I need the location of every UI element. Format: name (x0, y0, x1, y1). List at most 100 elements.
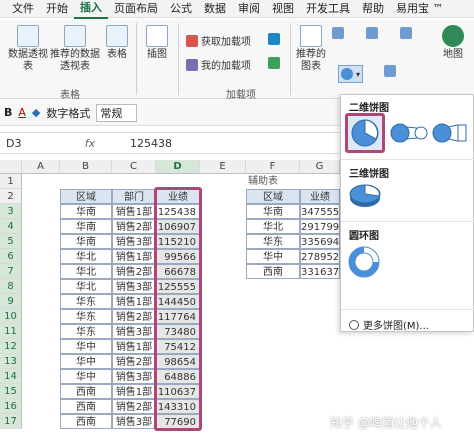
menu-developer[interactable]: 开发工具 (300, 0, 356, 18)
aux-cell[interactable]: 华东 (246, 234, 300, 249)
hierarchy-chart-button[interactable] (366, 27, 381, 39)
table-cell[interactable]: 华北 (60, 264, 112, 279)
aux-header-cell[interactable]: 区域 (246, 189, 300, 204)
pivot-table-button[interactable]: 数据透视表 (8, 25, 48, 73)
aux-header-cell[interactable]: 业绩 (300, 189, 340, 204)
aux-cell[interactable]: 华北 (246, 219, 300, 234)
column-header-a[interactable]: A (22, 160, 60, 174)
column-header-d[interactable]: D (156, 160, 200, 174)
table-cell[interactable]: 销售3部 (112, 369, 156, 384)
table-cell[interactable]: 106907 (156, 219, 200, 234)
table-cell[interactable]: 华南 (60, 219, 112, 234)
select-all-corner[interactable] (0, 160, 22, 174)
row-header[interactable]: 2 (0, 189, 22, 204)
table-cell[interactable]: 110637 (156, 384, 200, 399)
row-header[interactable]: 7 (0, 264, 22, 279)
row-header[interactable]: 14 (0, 369, 22, 384)
table-cell[interactable]: 销售2部 (112, 219, 156, 234)
row-header[interactable]: 13 (0, 354, 22, 369)
table-cell[interactable]: 销售1部 (112, 339, 156, 354)
row-header[interactable]: 6 (0, 249, 22, 264)
bold-button[interactable]: B (4, 106, 12, 119)
table-cell[interactable]: 华中 (60, 354, 112, 369)
menu-file[interactable]: 文件 (6, 0, 40, 18)
table-cell[interactable]: 销售3部 (112, 414, 156, 429)
row-header[interactable]: 16 (0, 399, 22, 414)
pie-chart-button[interactable]: ▾ (338, 65, 364, 83)
menu-help[interactable]: 帮助 (356, 0, 390, 18)
menu-page-layout[interactable]: 页面布局 (108, 0, 164, 18)
table-cell[interactable]: 销售3部 (112, 279, 156, 294)
table-cell[interactable]: 华南 (60, 234, 112, 249)
map-button[interactable]: 地图 (438, 25, 468, 61)
table-cell[interactable]: 117764 (156, 309, 200, 324)
table-cell[interactable]: 华东 (60, 324, 112, 339)
table-header-cell[interactable]: 部门 (112, 189, 156, 204)
table-cell[interactable]: 华东 (60, 294, 112, 309)
aux-cell[interactable]: 331637 (300, 264, 340, 279)
menu-review[interactable]: 审阅 (232, 0, 266, 18)
aux-cell[interactable]: 华南 (246, 204, 300, 219)
row-header[interactable]: 8 (0, 279, 22, 294)
row-header[interactable]: 4 (0, 219, 22, 234)
table-cell[interactable]: 143310 (156, 399, 200, 414)
fx-icon[interactable]: fx (60, 137, 120, 150)
table-cell[interactable]: 98654 (156, 354, 200, 369)
line-chart-button[interactable] (400, 27, 415, 39)
table-cell[interactable]: 西南 (60, 399, 112, 414)
table-cell[interactable]: 销售2部 (112, 354, 156, 369)
column-chart-button[interactable] (332, 27, 347, 39)
donut-option[interactable] (347, 245, 381, 279)
menu-formulas[interactable]: 公式 (164, 0, 198, 18)
column-header-g[interactable]: G (300, 160, 340, 174)
aux-table-title[interactable]: 辅助表 (246, 174, 300, 189)
recommended-pivot-button[interactable]: 推荐的数据透视表 (50, 25, 100, 73)
recommended-charts-button[interactable]: 推荐的图表 (296, 25, 326, 73)
get-addins-button[interactable]: 获取加载项 (186, 33, 251, 48)
aux-cell[interactable]: 335694 (300, 234, 340, 249)
pie-of-pie-option[interactable] (389, 117, 429, 149)
column-header-c[interactable]: C (112, 160, 156, 174)
bing-button[interactable] (268, 33, 283, 45)
aux-cell[interactable]: 347555 (300, 204, 340, 219)
number-format-select[interactable]: 常规 (96, 103, 138, 122)
table-cell[interactable]: 华南 (60, 204, 112, 219)
font-color-button[interactable]: A (18, 106, 26, 119)
pie-3d-option[interactable] (347, 181, 383, 211)
table-cell[interactable]: 77690 (156, 414, 200, 429)
more-pie-charts-button[interactable]: 更多饼图(M)... (349, 317, 429, 332)
table-cell[interactable]: 66678 (156, 264, 200, 279)
scatter-chart-button[interactable] (384, 65, 399, 77)
column-header-e[interactable]: E (200, 160, 246, 174)
table-cell[interactable]: 华中 (60, 339, 112, 354)
table-cell[interactable]: 西南 (60, 384, 112, 399)
table-cell[interactable]: 华东 (60, 309, 112, 324)
row-header[interactable]: 1 (0, 174, 22, 189)
column-header-b[interactable]: B (60, 160, 112, 174)
table-cell[interactable]: 华北 (60, 279, 112, 294)
table-button[interactable]: 表格 (104, 25, 130, 61)
pie-2d-option[interactable] (345, 113, 385, 153)
active-cell[interactable]: 125438 (156, 204, 200, 219)
table-cell[interactable]: 华北 (60, 249, 112, 264)
menu-data[interactable]: 数据 (198, 0, 232, 18)
people-graph-button[interactable] (268, 57, 283, 69)
menu-home[interactable]: 开始 (40, 0, 74, 18)
table-cell[interactable]: 99566 (156, 249, 200, 264)
name-box[interactable]: D3 (0, 137, 60, 150)
aux-cell[interactable]: 华中 (246, 249, 300, 264)
aux-cell[interactable]: 西南 (246, 264, 300, 279)
bar-of-pie-option[interactable] (431, 117, 471, 149)
row-header[interactable]: 12 (0, 339, 22, 354)
table-cell[interactable]: 125555 (156, 279, 200, 294)
table-cell[interactable]: 73480 (156, 324, 200, 339)
row-header[interactable]: 17 (0, 414, 22, 429)
table-cell[interactable]: 144450 (156, 294, 200, 309)
table-cell[interactable]: 64886 (156, 369, 200, 384)
table-cell[interactable]: 华中 (60, 369, 112, 384)
row-header[interactable]: 9 (0, 294, 22, 309)
fill-color-icon[interactable]: ◆ (32, 106, 40, 119)
row-header[interactable]: 3 (0, 204, 22, 219)
table-cell[interactable]: 销售3部 (112, 234, 156, 249)
table-cell[interactable]: 销售1部 (112, 294, 156, 309)
